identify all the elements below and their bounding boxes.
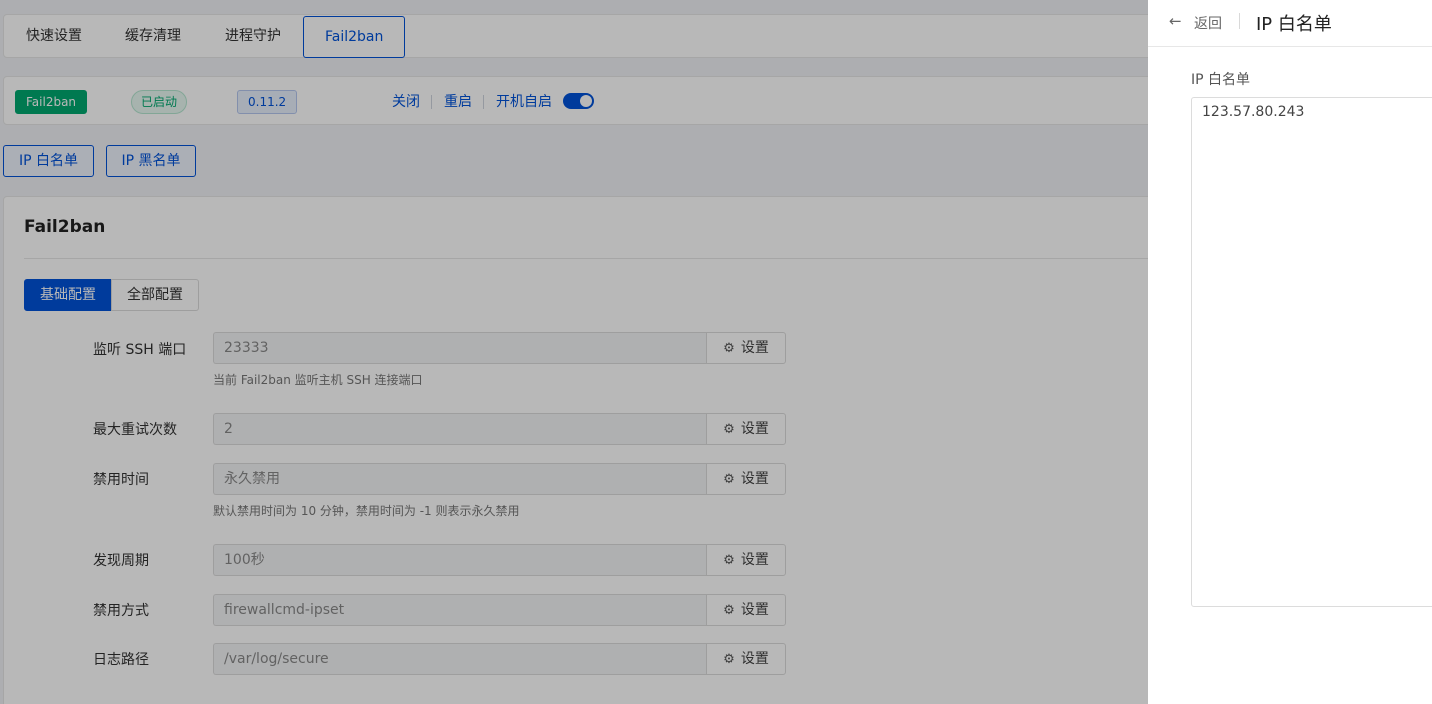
whitelist-textarea[interactable]: 123.57.80.243 [1191, 97, 1432, 607]
back-link[interactable]: 返回 [1194, 13, 1222, 33]
drawer-title: IP 白名单 [1256, 14, 1332, 35]
drawer-overlay[interactable] [0, 0, 1148, 704]
ip-whitelist-drawer: ← 返回 IP 白名单 IP 白名单 123.57.80.243 [1148, 0, 1432, 704]
whitelist-field-label: IP 白名单 [1191, 72, 1251, 88]
header-divider [1239, 13, 1240, 29]
arrow-left-icon[interactable]: ← [1169, 12, 1182, 30]
drawer-header: ← 返回 IP 白名单 [1148, 0, 1432, 47]
